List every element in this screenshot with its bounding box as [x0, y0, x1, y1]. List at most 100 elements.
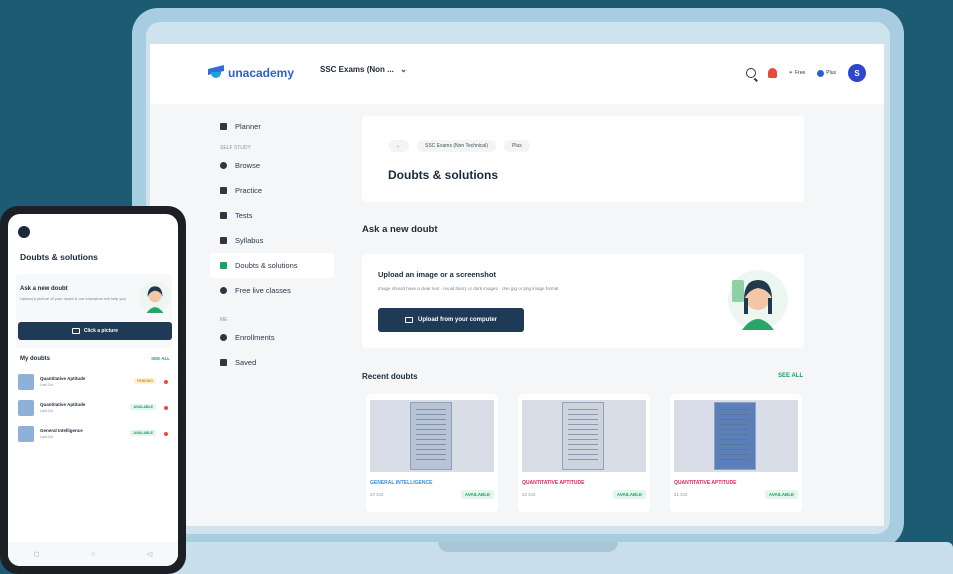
logo[interactable]: unacademy: [208, 66, 294, 80]
plus-pill[interactable]: Plus: [817, 69, 836, 77]
free-pill[interactable]: ✦ Free: [789, 70, 805, 76]
laptop-screen: unacademy SSC Exams (Non ... ⌄ ✦ Free Plu…: [150, 44, 884, 526]
recent-doubts-title: Recent doubts: [362, 372, 418, 381]
doubt-subject: QUANTITATIVE APTITUDE: [522, 480, 585, 486]
doubt-card[interactable]: QUANTITATIVE APTITUDE 22 Oct AVAILABLE: [518, 394, 650, 512]
top-bar: unacademy SSC Exams (Non ... ⌄ ✦ Free Plu…: [150, 44, 884, 104]
doubt-date: Last Oct: [40, 383, 54, 387]
back-button[interactable]: ←: [388, 140, 409, 152]
doubt-subject: GENERAL INTELLIGENCE: [370, 480, 433, 486]
recent-apps-icon[interactable]: ◻: [34, 550, 40, 558]
laptop-notch: [438, 542, 618, 552]
list-item[interactable]: Quantitative Aptitude Last Oct AVAILABLE: [18, 398, 174, 420]
doubt-thumbnail: [18, 426, 34, 442]
sidebar-item-enrollments[interactable]: Enrollments: [210, 325, 340, 350]
doubt-card[interactable]: QUANTITATIVE APTITUDE 21 Oct AVAILABLE: [670, 394, 802, 512]
sidebar-section-me: ME: [220, 317, 228, 323]
sidebar-section-self-study: SELF STUDY: [220, 145, 251, 151]
doubt-subject: Quantitative Aptitude: [40, 376, 86, 381]
tests-icon: [220, 212, 227, 219]
status-badge: AVAILABLE: [612, 490, 646, 499]
doubt-thumbnail: [18, 400, 34, 416]
plus-icon: [817, 69, 825, 77]
sidebar-item-label: Practice: [235, 186, 263, 195]
student-illustration: [728, 270, 788, 330]
ask-section-title: Ask a new doubt: [362, 224, 438, 235]
breadcrumb-exam[interactable]: SSC Exams (Non Technical): [417, 140, 496, 152]
doubt-date: 21 Oct: [674, 492, 688, 497]
unread-dot: [164, 432, 168, 436]
unread-dot: [164, 406, 168, 410]
upload-title: Upload an image or a screenshot: [378, 270, 496, 279]
doubt-date: Last Oct: [40, 435, 54, 439]
doubt-subject: QUANTITATIVE APTITUDE: [674, 480, 737, 486]
notification-icon[interactable]: [767, 68, 777, 78]
sidebar-item-practice[interactable]: Practice: [210, 178, 340, 203]
doubt-date: 27 Oct: [370, 492, 384, 497]
doubt-card[interactable]: GENERAL INTELLIGENCE 27 Oct AVAILABLE: [366, 394, 498, 512]
status-badge: AVAILABLE: [460, 490, 494, 499]
free-label: Free: [794, 70, 806, 76]
sidebar-item-browse[interactable]: Browse: [210, 153, 340, 178]
sidebar-item-free-live-classes[interactable]: Free live classes: [210, 278, 340, 303]
plus-label: Plus: [826, 70, 836, 76]
search-icon[interactable]: [745, 68, 756, 78]
doubts-icon: [220, 262, 227, 269]
doubt-image: [522, 400, 646, 472]
status-badge: AVAILABLE: [130, 404, 156, 410]
click-picture-button[interactable]: Click a picture: [18, 322, 172, 340]
list-item[interactable]: General Intelligence Last Oct AVAILABLE: [18, 424, 174, 446]
sidebar-item-saved[interactable]: Saved: [210, 350, 340, 375]
doubt-image: [674, 400, 798, 472]
my-doubts-title: My doubts: [20, 356, 50, 362]
exam-select[interactable]: SSC Exams (Non ... ⌄: [320, 64, 407, 75]
bookmark-icon: [220, 359, 227, 366]
breadcrumb: ← SSC Exams (Non Technical) Plus: [388, 140, 530, 152]
avatar[interactable]: S: [848, 64, 866, 82]
phone-screen: Doubts & solutions Ask a new doubt Uploa…: [8, 214, 178, 566]
upload-button[interactable]: Upload from your computer: [378, 308, 524, 332]
chevron-down-icon: ⌄: [399, 64, 408, 74]
header-card: ← SSC Exams (Non Technical) Plus Doubts …: [362, 116, 804, 202]
phone-page-title: Doubts & solutions: [20, 252, 98, 262]
list-item[interactable]: Quantitative Aptitude Last Oct PENDING: [18, 372, 174, 394]
sidebar: Planner SELF STUDY Browse Practice Tests…: [210, 114, 340, 375]
phone-frame: Doubts & solutions Ask a new doubt Uploa…: [0, 206, 186, 574]
student-illustration: [139, 281, 171, 313]
doubt-paper: [714, 402, 756, 470]
practice-icon: [220, 187, 227, 194]
top-bar-actions: ✦ Free Plus S: [745, 64, 866, 82]
home-icon[interactable]: ○: [91, 551, 95, 558]
see-all-link[interactable]: SEE ALL: [151, 356, 170, 361]
camera-icon: [71, 328, 80, 334]
back-nav-icon[interactable]: ◁: [147, 550, 152, 558]
phone-ask-title: Ask a new doubt: [20, 286, 68, 292]
upload-button-label: Upload from your computer: [417, 317, 497, 323]
sidebar-item-label: Doubts & solutions: [235, 261, 298, 270]
sidebar-item-label: Syllabus: [235, 236, 264, 245]
back-icon[interactable]: [18, 226, 30, 238]
sidebar-item-label: Tests: [235, 211, 253, 220]
sidebar-item-label: Free live classes: [235, 286, 291, 295]
enrollments-icon: [220, 334, 227, 341]
sidebar-item-label: Enrollments: [235, 333, 275, 342]
phone-ask-hint: Upload a picture of your doubt & our edu…: [20, 296, 126, 301]
doubt-image: [370, 400, 494, 472]
click-picture-label: Click a picture: [83, 328, 119, 334]
sidebar-item-planner[interactable]: Planner: [210, 114, 340, 139]
sidebar-item-syllabus[interactable]: Syllabus: [210, 228, 340, 253]
status-badge: PENDING: [134, 378, 156, 384]
upload-hint: Image should have a clear text · Avoid b…: [378, 286, 559, 291]
syllabus-icon: [220, 237, 227, 244]
doubt-subject: General Intelligence: [40, 428, 83, 433]
sidebar-item-tests[interactable]: Tests: [210, 203, 340, 228]
doubt-date: Last Oct: [40, 409, 54, 413]
status-badge: AVAILABLE: [764, 490, 798, 499]
exam-select-label: SSC Exams (Non ...: [320, 65, 394, 74]
sidebar-item-label: Browse: [235, 161, 261, 170]
sidebar-item-label: Planner: [235, 122, 261, 131]
sidebar-item-doubts[interactable]: Doubts & solutions: [210, 253, 334, 278]
see-all-link[interactable]: SEE ALL: [778, 373, 803, 379]
doubt-subject: Quantitative Aptitude: [40, 402, 86, 407]
breadcrumb-plan[interactable]: Plus: [504, 140, 530, 152]
